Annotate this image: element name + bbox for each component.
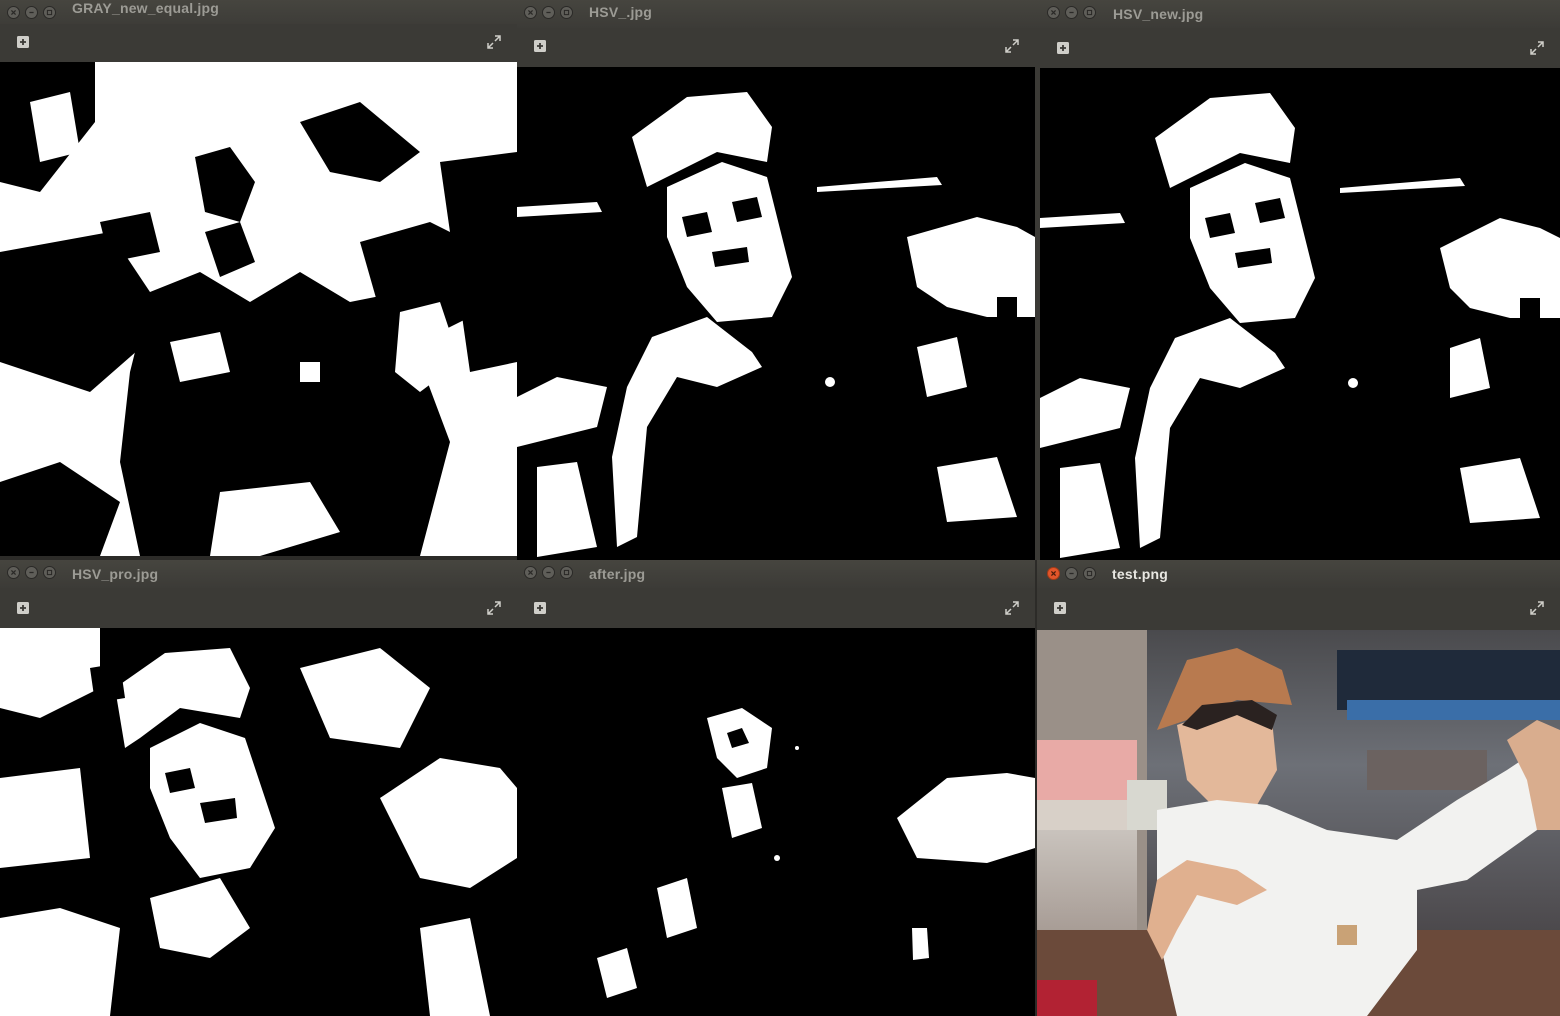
window-titlebar[interactable]: HSV_pro.jpg — [0, 560, 517, 588]
image-after — [517, 628, 1035, 1016]
fullscreen-icon[interactable] — [1002, 598, 1022, 618]
image-view — [0, 62, 517, 556]
close-icon[interactable] — [1047, 6, 1060, 19]
add-icon[interactable] — [13, 32, 33, 52]
window-title: HSV_.jpg — [589, 4, 653, 20]
close-icon[interactable] — [7, 6, 20, 19]
window-title: test.png — [1112, 566, 1169, 582]
window-hsv-new[interactable]: HSV_new.jpg — [1035, 0, 1560, 560]
minimize-icon[interactable] — [1065, 567, 1078, 580]
window-hsv-pro[interactable]: HSV_pro.jpg — [0, 560, 517, 1016]
add-icon[interactable] — [13, 598, 33, 618]
fullscreen-icon[interactable] — [1527, 598, 1547, 618]
window-hsv[interactable]: HSV_.jpg — [517, 0, 1035, 560]
fullscreen-icon[interactable] — [1527, 38, 1547, 58]
image-gray-new-equal — [0, 62, 517, 556]
image-view — [0, 628, 517, 1016]
window-test[interactable]: test.png — [1037, 560, 1560, 1016]
image-view — [1040, 68, 1560, 560]
add-icon[interactable] — [1050, 598, 1070, 618]
close-icon[interactable] — [1047, 567, 1060, 580]
maximize-icon[interactable] — [560, 6, 573, 19]
fullscreen-icon[interactable] — [484, 598, 504, 618]
image-hsv — [517, 67, 1035, 560]
add-icon[interactable] — [1053, 38, 1073, 58]
window-titlebar[interactable]: HSV_new.jpg — [1035, 0, 1560, 28]
image-toolbar — [1037, 590, 1560, 626]
image-hsv-new — [1040, 68, 1560, 560]
add-icon[interactable] — [530, 36, 550, 56]
image-toolbar — [1035, 30, 1560, 66]
window-titlebar[interactable]: after.jpg — [517, 560, 1035, 588]
window-after[interactable]: after.jpg — [517, 560, 1035, 1016]
add-icon[interactable] — [530, 598, 550, 618]
close-icon[interactable] — [524, 6, 537, 19]
maximize-icon[interactable] — [1083, 567, 1096, 580]
window-titlebar[interactable]: HSV_.jpg — [517, 0, 1035, 28]
window-gray-new-equal[interactable]: GRAY_new_equal.jpg — [0, 0, 517, 556]
window-title: HSV_new.jpg — [1113, 6, 1204, 22]
fullscreen-icon[interactable] — [484, 32, 504, 52]
minimize-icon[interactable] — [25, 6, 38, 19]
minimize-icon[interactable] — [1065, 6, 1078, 19]
minimize-icon[interactable] — [542, 6, 555, 19]
image-test-photo — [1037, 630, 1560, 1016]
close-icon[interactable] — [524, 566, 537, 579]
window-title: after.jpg — [589, 566, 646, 582]
window-titlebar[interactable]: test.png — [1037, 560, 1560, 588]
image-toolbar — [517, 28, 1035, 64]
maximize-icon[interactable] — [560, 566, 573, 579]
close-icon[interactable] — [7, 566, 20, 579]
maximize-icon[interactable] — [43, 566, 56, 579]
image-toolbar — [0, 24, 517, 60]
image-view — [1037, 630, 1560, 1016]
image-view — [517, 67, 1035, 560]
image-view — [517, 628, 1035, 1016]
image-hsv-pro — [0, 628, 517, 1016]
image-toolbar — [517, 590, 1035, 626]
minimize-icon[interactable] — [25, 566, 38, 579]
image-toolbar — [0, 590, 517, 626]
maximize-icon[interactable] — [1083, 6, 1096, 19]
minimize-icon[interactable] — [542, 566, 555, 579]
fullscreen-icon[interactable] — [1002, 36, 1022, 56]
maximize-icon[interactable] — [43, 6, 56, 19]
window-title: GRAY_new_equal.jpg — [72, 0, 220, 16]
window-title: HSV_pro.jpg — [72, 566, 159, 582]
